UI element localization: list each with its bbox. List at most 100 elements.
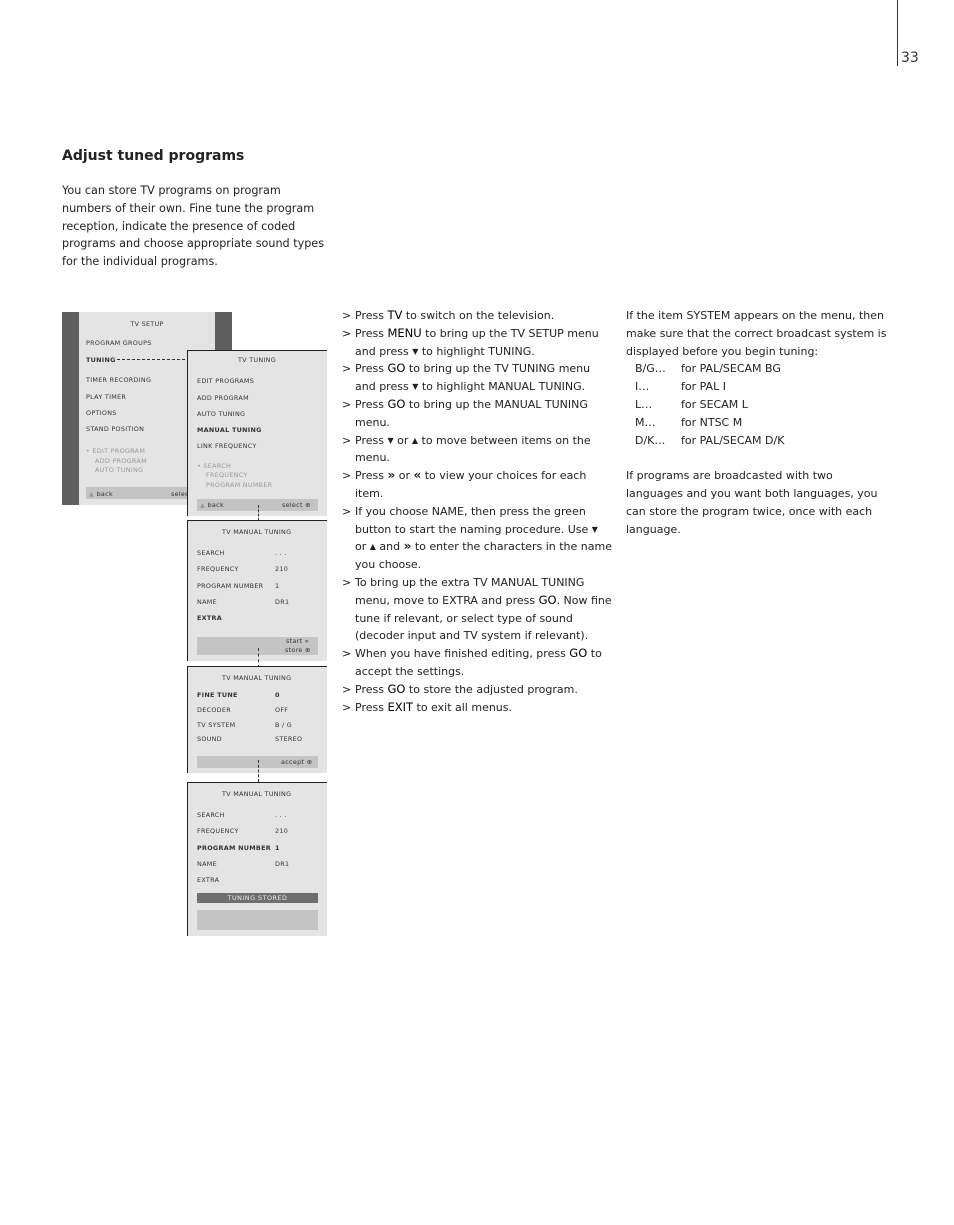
hint: AUTO TUNING [95, 466, 144, 474]
connector-line [258, 760, 259, 782]
system-row: I… for PAL I [626, 378, 888, 396]
menu-value: 210 [275, 827, 289, 836]
menu-item: NAME [197, 597, 217, 606]
menu-title: TV MANUAL TUNING [222, 790, 292, 798]
hint: ADD PROGRAM [95, 457, 147, 465]
step: > To bring up the extra TV MANUAL TUNING … [342, 575, 612, 643]
extra-tuning-menu: TV MANUAL TUNING FINE TUNE 0 DECODER OFF TV … [187, 666, 327, 773]
menu-title: TV MANUAL TUNING [222, 674, 292, 682]
menu-item: EXTRA [197, 614, 223, 623]
system-column: If the item SYSTEM appears on the menu, … [626, 307, 888, 538]
menu-item: NAME [197, 859, 217, 868]
manual-page: 33 Adjust tuned programs You can store T… [0, 0, 954, 1225]
up-icon: ▲ [200, 501, 206, 509]
menu-value: DR1 [275, 597, 290, 606]
step-text: or [395, 469, 414, 483]
step-text: Press [355, 433, 388, 447]
system-code: B/G… [635, 362, 666, 376]
store-label: store ⊕ [285, 646, 311, 654]
key-label: MENU [387, 325, 422, 340]
step-text: or [355, 540, 370, 554]
key-label: GO [387, 361, 406, 376]
menu-item: FREQUENCY [197, 565, 239, 574]
menu-value: B / G [275, 720, 293, 729]
system-desc: for SECAM L [681, 397, 748, 411]
menu-item: SOUND [197, 735, 222, 744]
key-label: GO [387, 681, 406, 696]
step-text: If you choose NAME, then press the green… [355, 504, 592, 536]
menu-item: AUTO TUNING [197, 410, 246, 418]
menu-item: EDIT PROGRAMS [197, 377, 255, 385]
step: > Press » or « to view your choices for e… [342, 468, 587, 500]
section-title: Adjust tuned programs [62, 148, 245, 164]
menu-value: . . . [275, 811, 287, 819]
page-number: 33 [901, 50, 919, 66]
margin-rule [897, 0, 898, 66]
go-icon: ⊕ [306, 758, 313, 766]
step-text: to store the adjusted program. [405, 682, 578, 696]
menu-item: SEARCH [197, 549, 225, 557]
back-label: back [96, 490, 113, 498]
arrow-down-icon: ▼ [591, 524, 598, 534]
hint: FREQUENCY [206, 471, 248, 479]
step-text: and [375, 540, 404, 554]
step-text: or [393, 433, 412, 447]
menu-value: DR1 [275, 859, 290, 868]
step-text: Press [355, 469, 388, 483]
connector-line [258, 648, 259, 668]
back-label: back [207, 501, 224, 509]
step: > Press GO to bring up the MANUAL TUNING … [342, 396, 588, 429]
menu-item: PROGRAM NUMBER [197, 843, 271, 852]
menu-item-selected: TUNING [86, 356, 116, 364]
system-code: D/K… [635, 433, 666, 447]
tv-tuning-menu: TV TUNING EDIT PROGRAMS ADD PROGRAM AUTO… [187, 350, 327, 516]
menu-item: TV SYSTEM [197, 720, 236, 729]
step: > Press GO to bring up the TV TUNING menu… [342, 361, 591, 394]
step-text: to highlight MANUAL TUNING. [418, 380, 586, 394]
step-text: to exit all menus. [413, 700, 513, 714]
hint: • SEARCH [197, 462, 232, 470]
system-row: D/K… for PAL/SECAM D/K [626, 432, 888, 450]
step: > Press GO to store the adjusted program. [342, 681, 578, 696]
hint: PROGRAM NUMBER [206, 481, 273, 489]
menu-item: LINK FREQUENCY [197, 442, 257, 450]
menu-title: TV SETUP [130, 320, 164, 328]
step-text: Press [355, 700, 388, 714]
manual-tuning-menu: TV MANUAL TUNING SEARCH . . . FREQUENCY 210… [187, 520, 327, 661]
system-desc: for NTSC M [681, 415, 743, 429]
system-code: L… [635, 397, 653, 411]
system-desc: for PAL/SECAM D/K [681, 433, 785, 447]
fast-forward-icon: » [304, 637, 309, 645]
menu-item: OPTIONS [86, 409, 117, 417]
instruction-steps: > Press TV to switch on the television. > P… [342, 307, 612, 716]
menu-item: EXTRA [197, 876, 220, 885]
step-text: When you have finished editing, press [355, 647, 570, 661]
step: > Press EXIT to exit all menus. [342, 699, 513, 714]
language-note: If programs are broadcasted with two lan… [626, 469, 878, 536]
system-desc: for PAL/SECAM BG [681, 362, 781, 376]
connector-line [258, 505, 259, 521]
go-icon: ⊕ [305, 501, 311, 509]
menu-title: TV TUNING [238, 356, 276, 364]
key-label: EXIT [387, 699, 414, 714]
system-note: If the item SYSTEM appears on the menu, … [626, 309, 887, 358]
system-row: L… for SECAM L [626, 396, 888, 414]
menu-value: STEREO [275, 735, 303, 744]
menu-item: TIMER RECORDING [86, 376, 152, 384]
intro-paragraph: You can store TV programs on program num… [62, 184, 325, 269]
up-icon: ▲ [89, 490, 95, 498]
tuning-stored-banner: TUNING STORED [197, 893, 318, 903]
step: > If you choose NAME, then press the gree… [342, 504, 612, 572]
step: > Press MENU to bring up the TV SETUP men… [342, 325, 599, 358]
hint: • EDIT PROGRAM [86, 447, 146, 455]
menu-item-selected: MANUAL TUNING [197, 426, 262, 434]
menu-item: PLAY TIMER [86, 393, 127, 401]
system-code: M… [635, 415, 656, 429]
system-row: M… for NTSC M [626, 414, 888, 432]
step-text: to switch on the television. [402, 309, 555, 322]
menu-item: ADD PROGRAM [197, 394, 249, 402]
key-label: GO [387, 396, 406, 411]
step-text: Press [355, 362, 388, 376]
menu-item: DECODER [197, 705, 231, 714]
step-text: Press [355, 682, 388, 696]
